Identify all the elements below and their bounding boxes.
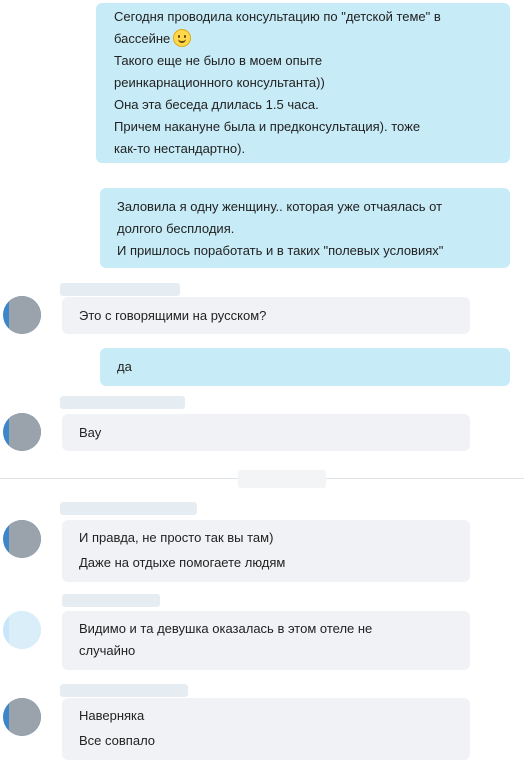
sender-name-blurred [60, 283, 180, 296]
message-text-line: бассейне [114, 28, 510, 50]
incoming-message-bubble[interactable]: Это с говорящими на русском? [62, 297, 470, 334]
sender-name-blurred [60, 396, 185, 409]
incoming-message-bubble[interactable]: И правда, не просто так вы там) Даже на … [62, 520, 470, 582]
sender-name-blurred [60, 684, 188, 697]
sender-avatar[interactable] [3, 698, 41, 736]
message-text: Даже на отдыхе помогаете людям [79, 555, 286, 570]
message-text: И пришлось поработать и в таких "полевых… [117, 243, 444, 258]
message-text: Это с говорящими на русском? [79, 308, 267, 323]
sender-avatar[interactable] [3, 413, 41, 451]
outgoing-message-bubble[interactable]: Заловила я одну женщину.. которая уже от… [100, 188, 510, 268]
message-text: долгого бесплодия. [117, 221, 235, 236]
message-text: Наверняка [79, 708, 145, 723]
message-text: реинкарнационного консультанта)) [114, 75, 325, 90]
message-text: Такого еще не было в моем опыте [114, 53, 323, 68]
message-text: Вау [79, 425, 102, 440]
message-text: Видимо и та девушка оказалась в этом оте… [79, 621, 373, 636]
outgoing-message-bubble[interactable]: Сегодня проводила консультацию по "детск… [96, 3, 510, 163]
message-text: Она эта беседа длилась 1.5 часа. [114, 97, 319, 112]
sender-name-blurred [62, 594, 160, 607]
message-text: бассейне [114, 31, 171, 46]
smile-emoji-icon [173, 29, 192, 47]
message-text: случайно [79, 643, 136, 658]
message-text: да [117, 359, 132, 374]
message-text: Причем накануне была и предконсультация)… [114, 119, 421, 134]
message-text: Сегодня проводила консультацию по "детск… [114, 9, 441, 24]
message-text: Все совпало [79, 733, 156, 748]
message-text: Заловила я одну женщину.. которая уже от… [117, 199, 443, 214]
message-text: как-то нестандартно). [114, 141, 246, 156]
sender-name-blurred [60, 502, 197, 515]
sender-avatar[interactable] [3, 520, 41, 558]
sender-avatar[interactable] [3, 296, 41, 334]
sender-avatar[interactable] [3, 611, 41, 649]
incoming-message-bubble[interactable]: Вау [62, 414, 470, 451]
outgoing-message-bubble[interactable]: да [100, 348, 510, 386]
incoming-message-bubble[interactable]: Наверняка Все совпало [62, 698, 470, 760]
date-separator-label-blurred [238, 470, 326, 488]
message-text: И правда, не просто так вы там) [79, 530, 274, 545]
incoming-message-bubble[interactable]: Видимо и та девушка оказалась в этом оте… [62, 611, 470, 670]
